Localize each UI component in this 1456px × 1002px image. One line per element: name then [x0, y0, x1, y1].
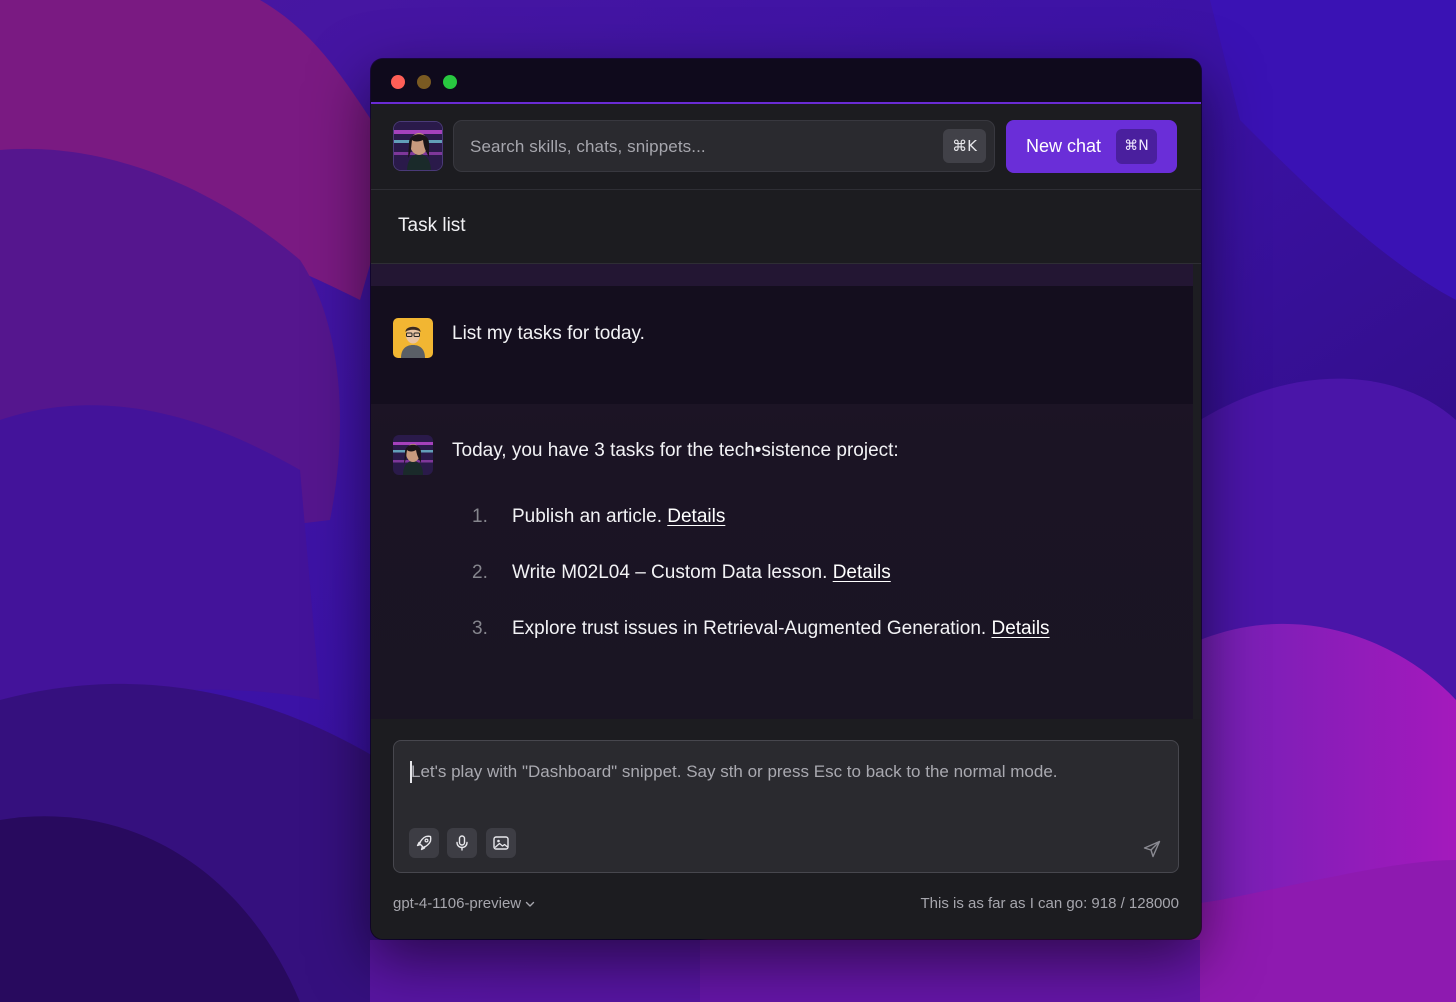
- conversation-pane: List my tasks for today. Today, you have…: [371, 264, 1201, 719]
- task-number: 1.: [472, 506, 488, 527]
- task-text: Explore trust issues in Retrieval-Augmen…: [512, 618, 987, 639]
- voice-input-button[interactable]: [447, 828, 477, 858]
- rocket-icon: [416, 835, 432, 851]
- assistant-avatar: [393, 435, 433, 475]
- toolbar: Search skills, chats, snippets... ⌘K New…: [371, 104, 1201, 190]
- task-text: Write M02L04 – Custom Data lesson.: [512, 562, 828, 583]
- maximize-window-button[interactable]: [443, 75, 457, 89]
- skills-button[interactable]: [409, 828, 439, 858]
- image-icon: [493, 836, 509, 850]
- task-details-link[interactable]: Details: [833, 562, 891, 583]
- task-number: 2.: [472, 562, 488, 583]
- search-shortcut-badge: ⌘K: [943, 129, 986, 163]
- conversation-top-strip: [371, 264, 1193, 286]
- task-item: 3. Explore trust issues in Retrieval-Augm…: [472, 618, 1050, 640]
- user-avatar: [393, 318, 433, 358]
- assistant-intro-text: Today, you have 3 tasks for the tech•sis…: [452, 440, 899, 461]
- message-input[interactable]: Let's play with "Dashboard" snippet. Say…: [411, 762, 1058, 782]
- user-message-text: List my tasks for today.: [452, 323, 645, 344]
- chat-title: Task list: [398, 215, 466, 236]
- user-message: List my tasks for today.: [371, 286, 1193, 404]
- message-composer[interactable]: Let's play with "Dashboard" snippet. Say…: [393, 740, 1179, 873]
- attach-image-button[interactable]: [486, 828, 516, 858]
- task-number: 3.: [472, 618, 488, 639]
- close-window-button[interactable]: [391, 75, 405, 89]
- send-icon[interactable]: [1142, 839, 1162, 859]
- task-details-link[interactable]: Details: [667, 506, 725, 527]
- model-name: gpt-4-1106-preview: [393, 895, 522, 912]
- app-avatar[interactable]: [393, 121, 443, 171]
- task-text: Publish an article.: [512, 506, 662, 527]
- chevron-down-icon: [525, 901, 535, 907]
- task-item: 1. Publish an article. Details: [472, 506, 725, 528]
- minimize-window-button[interactable]: [417, 75, 431, 89]
- assistant-message: Today, you have 3 tasks for the tech•sis…: [371, 404, 1193, 719]
- new-chat-button[interactable]: New chat ⌘N: [1006, 120, 1177, 173]
- new-chat-label: New chat: [1026, 136, 1102, 156]
- search-bar[interactable]: Search skills, chats, snippets... ⌘K: [453, 120, 995, 172]
- search-input[interactable]: Search skills, chats, snippets...: [470, 137, 706, 157]
- app-window: Search skills, chats, snippets... ⌘K New…: [371, 59, 1201, 939]
- new-chat-shortcut-badge: ⌘N: [1116, 129, 1157, 164]
- token-usage-status: This is as far as I can go: 918 / 128000: [920, 895, 1180, 912]
- task-item: 2. Write M02L04 – Custom Data lesson. Det…: [472, 562, 891, 584]
- model-selector[interactable]: gpt-4-1106-preview: [393, 895, 536, 912]
- task-details-link[interactable]: Details: [991, 618, 1049, 639]
- scrollbar[interactable]: [1193, 264, 1201, 719]
- chat-header: Task list: [371, 190, 1201, 264]
- microphone-icon: [456, 835, 468, 851]
- composer-area: Let's play with "Dashboard" snippet. Say…: [371, 719, 1201, 939]
- title-bar: [371, 59, 1201, 104]
